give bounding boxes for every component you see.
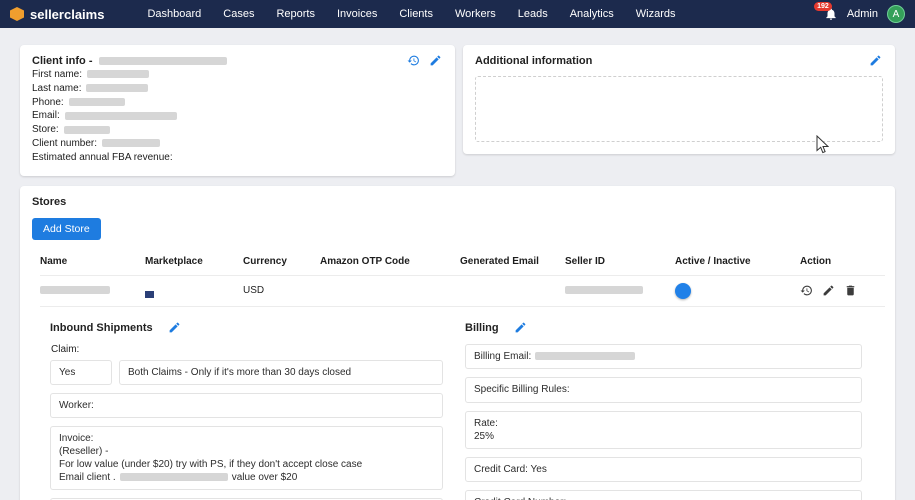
client-info-title: Client info - [32, 55, 93, 67]
rate-box: Rate: 25% [465, 410, 862, 449]
user-name[interactable]: Admin [847, 8, 878, 20]
invoice-line1: (Reseller) - [59, 445, 109, 457]
rate-value: 25% [474, 430, 495, 442]
row-history-button[interactable] [800, 284, 814, 298]
stores-card: Stores Add Store Name Marketplace Curren… [20, 185, 895, 500]
client-edit-button[interactable] [429, 54, 443, 68]
label-fba-revenue: Estimated annual FBA revenue: [32, 151, 173, 163]
nav-menu: Dashboard Cases Reports Invoices Clients… [136, 0, 686, 28]
nav-item-cases[interactable]: Cases [212, 0, 265, 28]
additional-info-title: Additional information [475, 55, 593, 67]
nav-right: 192 Admin A [814, 2, 905, 23]
nav-item-workers[interactable]: Workers [444, 0, 507, 28]
brand-name: sellerclaims [30, 6, 105, 22]
pencil-icon [870, 55, 881, 66]
label-last-name: Last name: [32, 82, 82, 94]
additional-info-card: Additional information [463, 45, 895, 154]
redacted-seller-id [565, 286, 643, 295]
billing-title: Billing [465, 321, 499, 334]
invoice-line3: Email client . value over $20 [59, 471, 298, 483]
stores-table-header: Name Marketplace Currency Amazon OTP Cod… [40, 250, 885, 275]
row-delete-button[interactable] [844, 284, 858, 298]
billing-email-box: Billing Email: [465, 343, 862, 369]
redacted-last-name [86, 84, 149, 93]
table-row: USD [40, 274, 885, 307]
claim-both-box: Both Claims - Only if it's more than 30 … [119, 359, 443, 385]
nav-item-dashboard[interactable]: Dashboard [136, 0, 212, 28]
specific-billing-rules-box: Specific Billing Rules: [465, 376, 862, 403]
inbound-edit-button[interactable] [168, 321, 182, 335]
claim-yes-box: Yes [50, 359, 112, 385]
invoice-box: Invoice: (Reseller) - For low value (und… [50, 425, 443, 490]
column-marketplace: Marketplace [145, 255, 203, 267]
column-active: Active / Inactive [675, 255, 751, 267]
column-generated-email: Generated Email [460, 255, 539, 267]
store-currency: USD [243, 285, 265, 297]
stores-title: Stores [32, 195, 67, 208]
brand[interactable]: sellerclaims [10, 7, 104, 22]
notifications-button[interactable]: 192 [814, 2, 838, 21]
redacted-invoice-client [119, 472, 228, 481]
inbound-shipments-section: Inbound Shipments Claim: Yes Both Claims… [50, 321, 443, 500]
invoice-line2: For low value (under $20) try with PS, i… [59, 458, 363, 470]
pencil-icon [823, 285, 834, 295]
notification-badge: 192 [814, 2, 832, 11]
additional-info-notes-area [475, 76, 883, 142]
column-name: Name [40, 255, 68, 267]
redacted-store [63, 125, 110, 134]
redacted-store-name [40, 286, 110, 295]
pencil-icon [515, 322, 525, 332]
avatar[interactable]: A [887, 5, 905, 23]
billing-section: Billing Billing Email: Specific Billing … [465, 321, 862, 500]
label-phone: Phone: [32, 96, 64, 108]
redacted-email [64, 111, 177, 120]
claim-label: Claim: [51, 343, 80, 355]
client-info-card: Client info - First name: Last name: Pho… [20, 45, 455, 176]
redacted-client-number [102, 139, 161, 148]
label-store: Store: [32, 124, 59, 136]
column-otp: Amazon OTP Code [320, 255, 410, 267]
credit-card-number-box: Credit Card Number: [465, 489, 862, 500]
label-client-number: Client number: [32, 137, 98, 149]
redacted-phone [68, 97, 125, 106]
column-currency: Currency [243, 255, 287, 267]
additional-info-edit-button[interactable] [869, 54, 883, 68]
history-icon [800, 285, 812, 295]
worker-box: Worker: [50, 392, 443, 418]
row-edit-button[interactable] [822, 284, 836, 298]
brand-logo-icon [10, 7, 24, 21]
label-first-name: First name: [32, 69, 83, 80]
nav-item-wizards[interactable]: Wizards [625, 0, 687, 28]
pencil-icon [430, 55, 441, 66]
nav-item-clients[interactable]: Clients [388, 0, 444, 28]
pencil-icon [169, 322, 180, 332]
nav-item-reports[interactable]: Reports [265, 0, 326, 28]
redacted-billing-email [535, 351, 636, 360]
column-action: Action [800, 255, 832, 267]
client-history-button[interactable] [407, 54, 421, 68]
main-content: Client info - First name: Last name: Pho… [0, 28, 915, 500]
redacted-client-title-value [98, 57, 227, 65]
credit-card-box: Credit Card: Yes [465, 456, 862, 482]
add-store-button[interactable]: Add Store [32, 217, 101, 240]
history-icon [407, 55, 419, 66]
invoice-label: Invoice: [59, 432, 94, 444]
nav-item-invoices[interactable]: Invoices [326, 0, 388, 28]
label-email: Email: [32, 110, 60, 122]
inbound-title: Inbound Shipments [50, 321, 153, 334]
stores-table: Name Marketplace Currency Amazon OTP Cod… [30, 250, 885, 307]
trash-icon [846, 285, 855, 295]
top-navbar: sellerclaims Dashboard Cases Reports Inv… [0, 0, 915, 28]
nav-item-analytics[interactable]: Analytics [559, 0, 625, 28]
billing-edit-button[interactable] [514, 321, 528, 335]
redacted-first-name [87, 70, 150, 79]
nav-item-leads[interactable]: Leads [507, 0, 559, 28]
column-seller-id: Seller ID [565, 255, 606, 267]
